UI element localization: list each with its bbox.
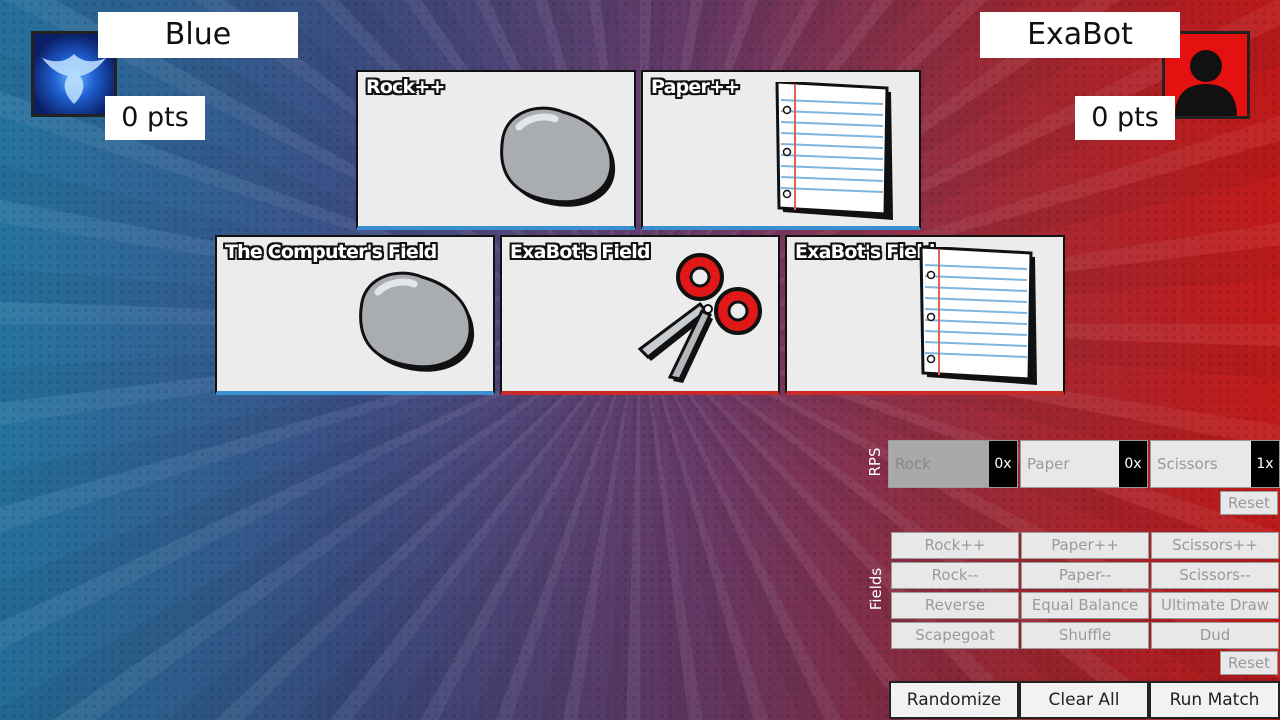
player-points-left: 0 pts	[105, 96, 205, 140]
rps-paper-button[interactable]: Paper 0x	[1020, 440, 1148, 488]
field-rock-minus-button[interactable]: Rock--	[891, 562, 1019, 589]
clear-all-button[interactable]: Clear All	[1019, 681, 1149, 719]
rps-button-label: Paper	[1027, 455, 1070, 473]
rps-count: 1x	[1251, 441, 1279, 487]
run-match-button[interactable]: Run Match	[1149, 681, 1280, 719]
rps-panel-label: RPS	[866, 447, 884, 477]
rps-count: 0x	[989, 441, 1017, 487]
card-title: Paper++	[651, 76, 740, 98]
scissors-icon	[637, 253, 762, 383]
paper-icon	[775, 82, 893, 220]
card-title: ExaBot's Field	[510, 241, 651, 263]
field-equal-balance-button[interactable]: Equal Balance	[1021, 592, 1149, 619]
fields-reset-button[interactable]: Reset	[1220, 651, 1278, 675]
randomize-button[interactable]: Randomize	[889, 681, 1019, 719]
rps-button-label: Rock	[895, 455, 931, 473]
field-paper-minus-button[interactable]: Paper--	[1021, 562, 1149, 589]
field-ultimate-draw-button[interactable]: Ultimate Draw	[1151, 592, 1279, 619]
rps-count: 0x	[1119, 441, 1147, 487]
rps-button-label: Scissors	[1157, 455, 1218, 473]
field-reverse-button[interactable]: Reverse	[891, 592, 1019, 619]
field-dud-button[interactable]: Dud	[1151, 622, 1279, 649]
field-rock-plus-button[interactable]: Rock++	[891, 532, 1019, 559]
rps-scissors-button[interactable]: Scissors 1x	[1150, 440, 1280, 488]
player-name-right: ExaBot	[980, 12, 1180, 58]
field-shuffle-button[interactable]: Shuffle	[1021, 622, 1149, 649]
card-title: Rock++	[366, 76, 445, 98]
rps-reset-button[interactable]: Reset	[1220, 491, 1278, 515]
player-points-right: 0 pts	[1075, 96, 1175, 140]
card-paper-plus[interactable]: Paper++	[641, 70, 921, 230]
card-title: ExaBot's Field	[795, 241, 936, 263]
rock-icon	[500, 106, 616, 207]
field-scissors-minus-button[interactable]: Scissors--	[1151, 562, 1279, 589]
rock-icon	[359, 271, 475, 372]
field-scapegoat-button[interactable]: Scapegoat	[891, 622, 1019, 649]
field-paper-plus-button[interactable]: Paper++	[1021, 532, 1149, 559]
card-exabot-field-scissors[interactable]: ExaBot's Field	[500, 235, 780, 395]
card-exabot-field-paper[interactable]: ExaBot's Field	[785, 235, 1065, 395]
rps-rock-button[interactable]: Rock 0x	[888, 440, 1018, 488]
field-scissors-plus-button[interactable]: Scissors++	[1151, 532, 1279, 559]
card-title: The Computer's Field	[225, 241, 437, 263]
card-computer-field[interactable]: The Computer's Field	[215, 235, 495, 395]
player-name-left: Blue	[98, 12, 298, 58]
card-rock-plus[interactable]: Rock++	[356, 70, 636, 230]
paper-icon	[919, 247, 1037, 385]
fields-panel-label: Fields	[867, 567, 885, 611]
